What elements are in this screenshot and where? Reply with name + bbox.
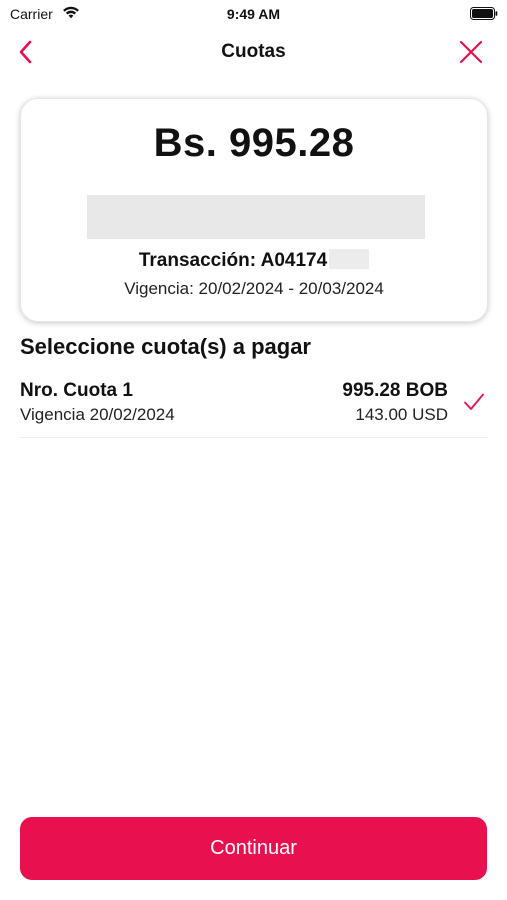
validity-range: Vigencia: 20/02/2024 - 20/03/2024 xyxy=(124,279,384,298)
transaction-redacted xyxy=(329,249,370,269)
section-title: Seleccione cuota(s) a pagar xyxy=(20,334,311,359)
installment-validity: Vigencia 20/02/2024 xyxy=(20,405,175,424)
battery-icon xyxy=(470,7,498,20)
close-icon xyxy=(459,40,483,64)
checkmark-icon[interactable] xyxy=(462,390,486,414)
status-time: 9:49 AM xyxy=(226,6,281,22)
navigation-bar: Cuotas xyxy=(0,30,507,74)
installment-row[interactable]: Nro. Cuota 1 Vigencia 20/02/2024 995.28 … xyxy=(20,372,488,438)
transaction-row: Transacción: A04174 xyxy=(21,249,487,272)
continue-button[interactable]: Continuar xyxy=(20,817,487,880)
page-title: Cuotas xyxy=(221,41,286,62)
installment-amount-usd: 143.00 USD xyxy=(355,405,448,424)
redacted-field xyxy=(87,195,425,239)
total-amount: Bs. 995.28 xyxy=(153,121,355,165)
status-bar: Carrier 9:49 AM xyxy=(0,0,507,28)
transaction-label: Transacción: A04174 xyxy=(138,250,328,271)
installment-amount-bob: 995.28 BOB xyxy=(342,380,448,401)
close-button[interactable] xyxy=(455,36,487,68)
payment-summary-card: Bs. 995.28 Transacción: A04174 Vigencia:… xyxy=(20,98,488,322)
installment-name: Nro. Cuota 1 xyxy=(20,380,133,401)
